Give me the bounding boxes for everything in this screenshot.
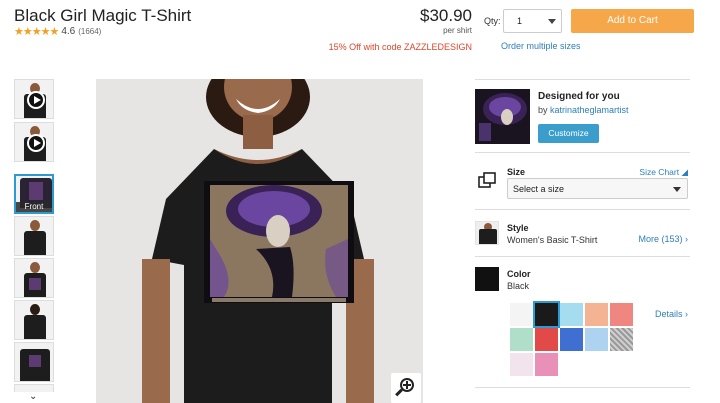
color-swatch[interactable] (585, 303, 608, 326)
divider (475, 387, 690, 388)
selected-color-swatch (475, 267, 499, 291)
designer-by-prefix: by (538, 105, 551, 115)
qty-value: 1 (517, 16, 523, 26)
thumbnail-flat[interactable] (14, 342, 54, 382)
thumbnail-model-front[interactable] (14, 258, 54, 298)
chevron-down-icon (673, 187, 681, 192)
promo-text: 15% Off with code ZAZZLEDESIGN (328, 42, 472, 52)
designed-for-you-heading: Designed for you (538, 91, 620, 102)
color-swatch[interactable] (535, 353, 558, 376)
style-value: Women's Basic T-Shirt (507, 235, 598, 245)
qty-label: Qty: (484, 16, 501, 26)
thumb-design-art (29, 278, 41, 290)
main-product-image[interactable] (96, 79, 423, 403)
zoom-handle (395, 388, 403, 397)
thumbnail-video-1[interactable] (14, 79, 54, 119)
thumb-design-art (29, 355, 41, 367)
design-art (475, 89, 530, 144)
divider (475, 79, 690, 80)
color-swatch[interactable] (510, 328, 533, 351)
thumbnail-back[interactable] (14, 216, 54, 256)
divider (475, 256, 690, 257)
thumbnail-front-label: Front (16, 202, 52, 212)
color-label: Color (507, 269, 531, 279)
play-icon (27, 91, 45, 109)
color-swatch[interactable] (560, 303, 583, 326)
star-rating-icon: ★★★★★ (14, 26, 59, 38)
product-price: $30.90 (420, 6, 472, 25)
color-details-link[interactable]: Details › (655, 309, 688, 319)
play-icon (27, 134, 45, 152)
product-photo (96, 79, 423, 403)
price-unit: per shirt (443, 26, 472, 35)
add-to-cart-button[interactable]: Add to Cart (571, 9, 694, 33)
thumbnail-video-2[interactable] (14, 122, 54, 162)
color-swatch[interactable] (610, 328, 633, 351)
size-label: Size (507, 167, 526, 177)
size-select[interactable]: Select a size (507, 178, 688, 199)
designer-credit: by katrinatheglamartist (538, 105, 629, 115)
size-placeholder: Select a size (513, 184, 565, 194)
size-icon (478, 172, 496, 188)
color-value: Black (507, 281, 530, 291)
color-swatch[interactable] (510, 303, 533, 326)
style-label: Style (507, 223, 529, 233)
thumb-model-head (30, 220, 40, 231)
chevron-down-icon (548, 19, 556, 24)
color-swatch[interactable] (610, 303, 633, 326)
customize-button[interactable]: Customize (538, 124, 599, 143)
zoom-button[interactable] (391, 373, 421, 403)
product-title: Black Girl Magic T-Shirt (14, 6, 192, 25)
thumb-model-head (30, 304, 40, 315)
more-styles-link[interactable]: More (153) › (638, 234, 688, 244)
review-count[interactable]: (1664) (78, 27, 101, 36)
thumb-shirt (24, 231, 46, 255)
divider (475, 152, 690, 153)
thumbnail-model-back[interactable] (14, 300, 54, 340)
color-swatch[interactable] (560, 328, 583, 351)
designer-link[interactable]: katrinatheglamartist (550, 105, 629, 115)
style-thumbnail (475, 221, 499, 245)
color-swatch[interactable] (585, 328, 608, 351)
divider (475, 209, 690, 210)
product-rating[interactable]: ★★★★★ 4.6 (1664) (14, 25, 101, 38)
design-preview-image (475, 89, 530, 144)
thumb-design-art (29, 182, 43, 200)
chevron-down-icon[interactable]: ⌄ (29, 391, 37, 402)
color-swatch[interactable] (533, 301, 560, 328)
style-thumb-shirt (479, 229, 497, 244)
thumb-model-head (30, 262, 40, 273)
color-swatch[interactable] (510, 353, 533, 376)
rating-value: 4.6 (61, 26, 76, 37)
qty-select[interactable]: 1 (503, 9, 562, 33)
thumbnail-front[interactable]: Front (14, 174, 54, 214)
size-chart-link[interactable]: Size Chart ◢ (639, 167, 688, 178)
zoom-plus-v (406, 381, 408, 389)
color-swatch[interactable] (535, 328, 558, 351)
order-multiple-sizes-link[interactable]: Order multiple sizes (501, 41, 581, 51)
thumb-shirt (24, 315, 46, 339)
